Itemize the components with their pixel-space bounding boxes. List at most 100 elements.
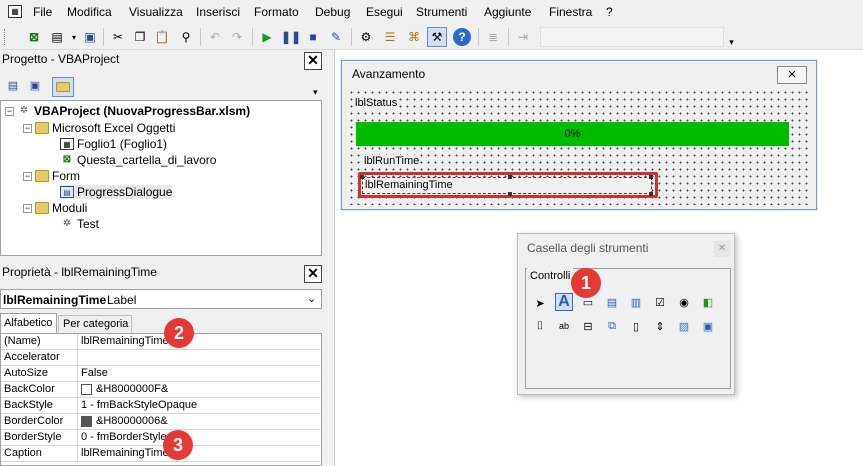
design-mode-icon[interactable]: ✎ [326,27,346,47]
toolbar-grip[interactable] [4,29,7,45]
run-icon[interactable]: ▶ [257,27,277,47]
project-toolbar-options-icon[interactable]: ▾ [313,78,322,98]
combobox-tool-icon[interactable]: ▤ [603,293,621,311]
tree-module-item[interactable]: Test [77,217,99,231]
resize-handle[interactable] [649,192,653,196]
collapse-icon[interactable]: − [23,123,32,133]
menu-esegui[interactable]: Esegui [366,5,403,19]
menu-help[interactable]: ? [606,5,613,19]
lbl-remaining-selection[interactable]: lblRemainingTime [360,175,653,196]
view-object-icon[interactable]: ▣ [26,79,44,95]
property-value[interactable]: &H8000000F& [81,383,168,395]
togglebutton-tool-icon[interactable]: ◧ [699,293,717,311]
pause-icon[interactable]: ❚❚ [281,27,301,47]
lbl-runtime[interactable]: lblRunTime [364,155,420,167]
property-row[interactable]: BackColor &H8000000F& [1,382,323,398]
menu-strumenti[interactable]: Strumenti [416,5,467,19]
menu-visualizza[interactable]: Visualizza [129,5,183,19]
property-value[interactable]: 1 - fmBackStyleOpaque [81,399,197,411]
object-selector[interactable]: lblRemainingTime Label ⌄ [0,289,322,309]
find-icon[interactable]: ⚲ [176,27,196,47]
menu-debug[interactable]: Debug [315,5,350,19]
excel-view-icon[interactable]: ⊠ [24,27,44,47]
collapse-icon[interactable]: − [23,171,32,181]
scrollbar-tool-icon[interactable]: ▯ [627,317,645,335]
menu-inserisci[interactable]: Inserisci [196,5,240,19]
spinbutton-tool-icon[interactable]: ⇕ [651,317,669,335]
property-row[interactable]: BorderColor &H80000006& [1,414,323,430]
multipage-tool-icon[interactable]: ⧉ [603,317,621,335]
listbox-tool-icon[interactable]: ▥ [627,293,645,311]
pointer-icon[interactable]: ➤ [531,294,549,312]
resize-handle[interactable] [649,175,653,179]
tree-excel-objects[interactable]: Microsoft Excel Oggetti [52,121,175,135]
menu-modifica[interactable]: Modifica [67,5,112,19]
paste-icon[interactable]: 📋 [152,27,172,47]
optionbutton-tool-icon[interactable]: ◉ [675,293,693,311]
image-tool-icon[interactable]: ▨ [675,317,693,335]
refedit-tool-icon[interactable]: ▣ [699,317,717,335]
object-browser-icon[interactable]: ⌘ [404,27,424,47]
property-row[interactable]: Accelerator [1,350,323,366]
toolbox-close-icon[interactable]: ✕ [714,241,730,257]
progress-bar[interactable]: 0% [356,122,789,146]
redo-icon[interactable]: ↷ [227,27,247,47]
resize-handle[interactable] [508,175,512,179]
commandbutton-tool-icon[interactable]: ab [555,317,573,335]
property-row[interactable]: Caption lblRemainingTime [1,446,323,462]
userform-window[interactable]: Avanzamento ✕ lblStatus 0% lblRunTime lb… [341,60,817,210]
resize-handle[interactable] [360,175,364,179]
menu-formato[interactable]: Formato [254,5,299,19]
help-icon[interactable]: ? [453,28,471,46]
vbe-app-icon[interactable]: ▦ [8,5,22,18]
project-explorer-icon[interactable]: ⚙ [356,27,376,47]
toolbox-window[interactable]: Casella degli strumenti ✕ Controlli ➤ A … [517,233,735,395]
toolbox-icon[interactable]: ⚒ [427,27,447,47]
properties-icon[interactable]: ☰ [380,27,400,47]
property-row[interactable]: BorderStyle 0 - fmBorderStyle [1,430,323,446]
tree-forms-folder[interactable]: Form [52,169,80,183]
tree-form-item[interactable]: ProgressDialogue [77,185,172,199]
tree-workbook[interactable]: Questa_cartella_di_lavoro [77,153,216,167]
tree-root[interactable]: VBAProject (NuovaProgressBar.xlsm) [34,104,250,118]
tab-alfabetico[interactable]: Alfabetico [0,313,57,333]
checkbox-tool-icon[interactable]: ☑ [651,293,669,311]
properties-panel-close-icon[interactable]: ✕ [304,265,322,283]
menu-file[interactable]: File [33,5,52,19]
property-value[interactable]: False [81,367,108,379]
toolbar-options-icon[interactable]: ▾ [727,27,736,47]
undo-icon[interactable]: ↶ [205,27,225,47]
property-value[interactable]: &H80000006& [81,415,168,427]
collapse-icon[interactable]: − [23,203,32,213]
lbl-status[interactable]: lblStatus [355,97,398,109]
frame-tool-icon[interactable]: ⌷ [531,317,549,335]
collapse-icon[interactable]: − [5,106,14,116]
property-value[interactable]: 0 - fmBorderStyle [81,431,167,443]
close-icon[interactable]: ✕ [777,66,807,84]
comment-block-icon[interactable]: ≣ [483,27,503,47]
project-panel-close-icon[interactable]: ✕ [304,52,322,70]
label-tool-icon[interactable]: A [555,293,573,311]
menu-aggiunte[interactable]: Aggiunte [484,5,531,19]
property-row[interactable]: AutoSize False [1,366,323,382]
resize-handle[interactable] [508,192,512,196]
tab-controlli[interactable]: Controlli [527,268,574,284]
cut-icon[interactable]: ✂ [108,27,128,47]
tree-sheet1[interactable]: Foglio1 (Foglio1) [77,137,167,151]
project-toolbar: ▤ ▣ ▾ [0,74,322,100]
view-code-icon[interactable]: ▤ [4,79,22,95]
menu-finestra[interactable]: Finestra [549,5,592,19]
copy-icon[interactable]: ❐ [130,27,150,47]
property-row[interactable]: (Name) lblRemainingTime [1,334,323,350]
save-icon[interactable]: ▣ [80,27,100,47]
standard-toolbar: ⊠ ▤ ▾ ▣ ✂ ❐ 📋 ⚲ ↶ ↷ ▶ ❚❚ ■ ✎ ⚙ ☰ ⌘ ⚒ ? ≣… [0,24,863,50]
tabstrip-tool-icon[interactable]: ⊟ [579,317,597,335]
property-value[interactable]: lblRemainingTime [81,335,169,347]
property-row[interactable]: BackStyle 1 - fmBackStyleOpaque [1,398,323,414]
stop-icon[interactable]: ■ [303,27,323,47]
toggle-folders-button[interactable] [52,77,74,97]
property-value[interactable]: lblRemainingTime [81,447,169,459]
tab-per-categoria[interactable]: Per categoria [58,315,132,333]
indent-icon[interactable]: ⇥ [513,27,533,47]
tree-modules-folder[interactable]: Moduli [52,201,87,215]
